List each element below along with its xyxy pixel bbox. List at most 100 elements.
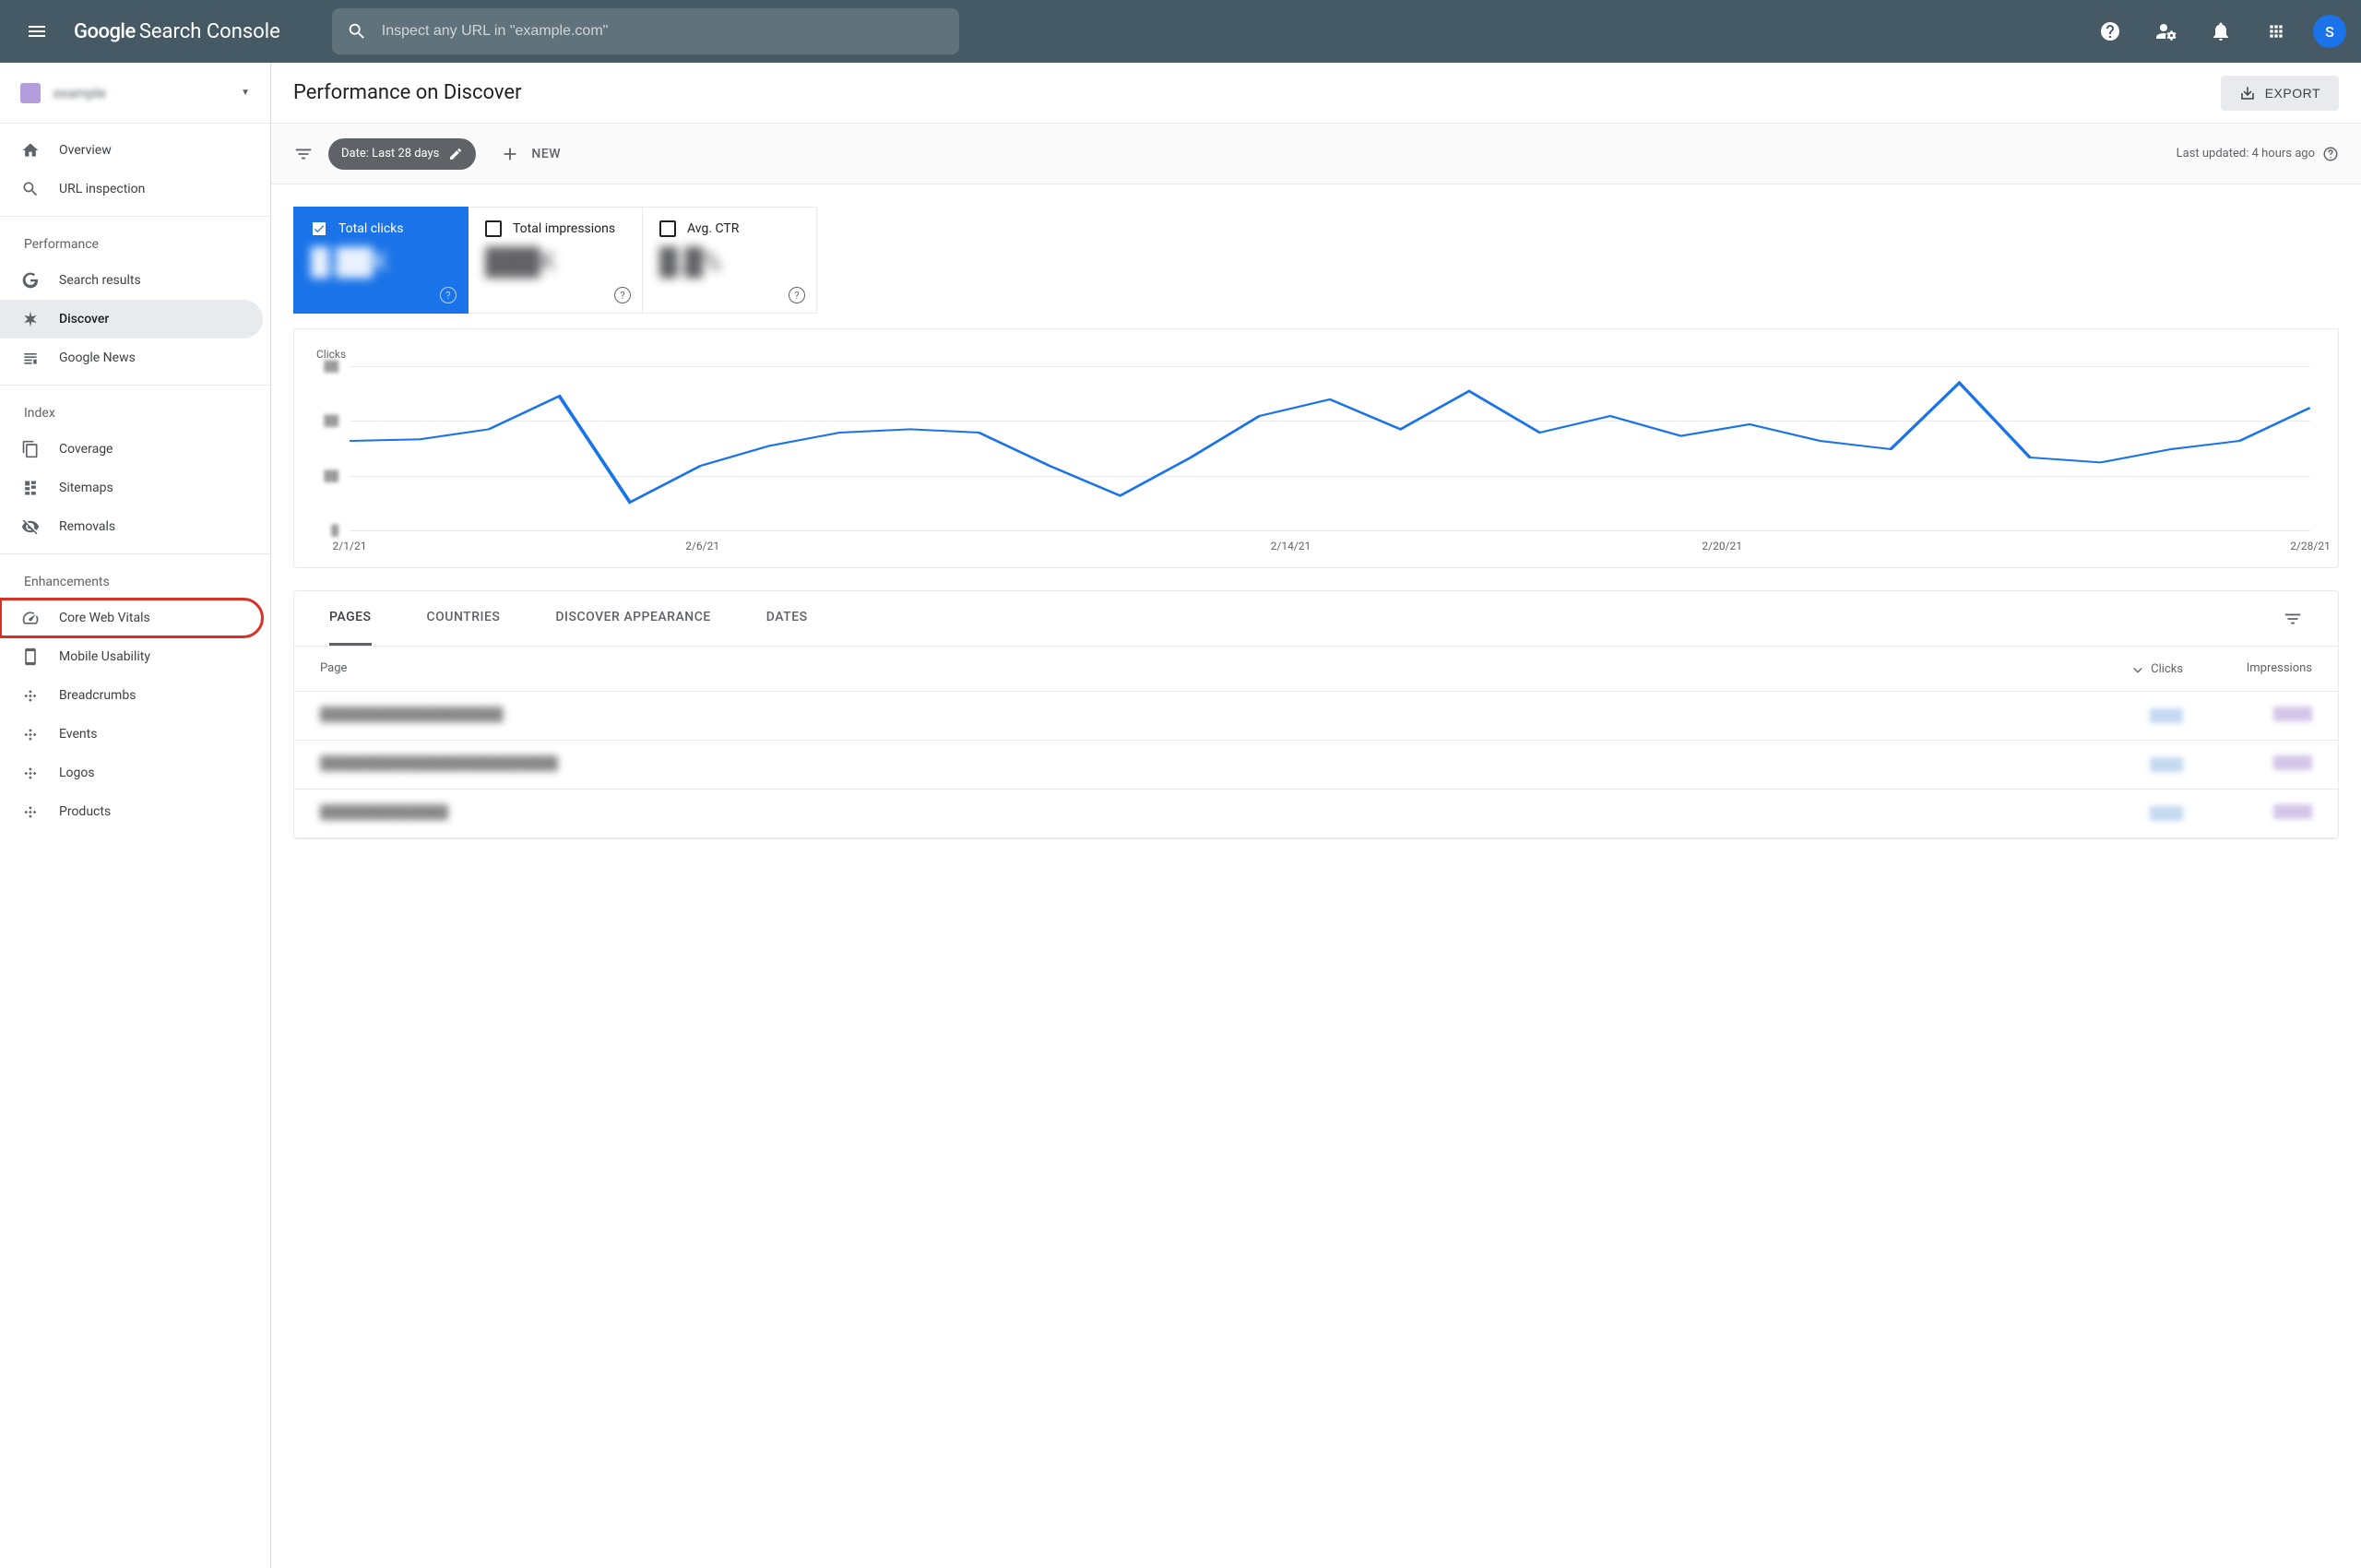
sidebar-item-events[interactable]: Events: [0, 715, 263, 754]
help-outline-icon[interactable]: ?: [614, 287, 631, 303]
sidebar-item-label: Sitemaps: [59, 481, 113, 495]
sidebar-item-breadcrumbs[interactable]: Breadcrumbs: [0, 676, 263, 715]
help-outline-icon[interactable]: ?: [440, 287, 457, 303]
sidebar-item-search-results[interactable]: Search results: [0, 261, 263, 300]
tab-countries[interactable]: COUNTRIES: [427, 591, 501, 646]
arrow-down-icon: [2130, 661, 2145, 676]
tab-discover-appearance[interactable]: DISCOVER APPEARANCE: [555, 591, 710, 646]
table-filter-button[interactable]: [2283, 609, 2303, 629]
users-button[interactable]: [2147, 13, 2184, 50]
main-content: Performance on Discover EXPORT Date: Las…: [271, 63, 2361, 1568]
table-row[interactable]: ██████████████: [294, 790, 2338, 838]
sidebar-item-label: Core Web Vitals: [59, 611, 150, 625]
product-logo: Google Search Console: [74, 20, 280, 43]
export-button[interactable]: EXPORT: [2221, 76, 2339, 111]
logo-google-text: Google: [74, 20, 136, 43]
sidebar-item-products[interactable]: Products: [0, 792, 263, 831]
chevron-down-icon: ▼: [241, 88, 250, 98]
url-search-input[interactable]: [382, 23, 944, 40]
cell-page: ████████████████████: [320, 707, 2063, 725]
url-search-box[interactable]: [332, 8, 959, 54]
sidebar-item-logos[interactable]: Logos: [0, 754, 263, 792]
sidebar-item-google-news[interactable]: Google News: [0, 339, 263, 377]
export-label: EXPORT: [2265, 86, 2320, 101]
sidebar-item-label: URL inspection: [59, 182, 145, 196]
metric-card-total-impressions[interactable]: Total impressions ███K?: [468, 207, 643, 314]
property-selector[interactable]: example ▼: [0, 63, 270, 124]
column-header-impressions[interactable]: Impressions: [2183, 661, 2312, 676]
page-title: Performance on Discover: [293, 81, 522, 104]
asterisk-icon: [20, 309, 41, 329]
sidebar-item-label: Search results: [59, 273, 141, 288]
filter-icon[interactable]: [293, 144, 314, 164]
mobile-icon: [20, 647, 41, 667]
apps-button[interactable]: [2258, 13, 2295, 50]
hamburger-icon: [26, 20, 48, 42]
cell-impressions: [2183, 804, 2312, 823]
diamond-icon: [20, 685, 41, 706]
property-name: example: [53, 85, 228, 101]
sidebar-item-overview[interactable]: Overview: [0, 131, 263, 170]
logo-product-text: Search Console: [139, 20, 280, 43]
add-filter-button[interactable]: NEW: [500, 144, 561, 164]
checkbox-icon: [485, 220, 502, 237]
edit-icon: [448, 147, 463, 161]
sidebar: example ▼ OverviewURL inspection Perform…: [0, 63, 271, 1568]
account-avatar[interactable]: S: [2313, 15, 2346, 48]
sidebar-item-label: Logos: [59, 766, 95, 780]
home-icon: [20, 140, 41, 160]
table-row[interactable]: ████████████████████: [294, 692, 2338, 741]
help-outline-icon[interactable]: ?: [789, 287, 805, 303]
cell-clicks: [2063, 804, 2183, 823]
column-header-page[interactable]: Page: [320, 661, 2063, 676]
help-outline-icon[interactable]: [2322, 146, 2339, 162]
filter-bar: Date: Last 28 days NEW Last updated: 4 h…: [271, 124, 2361, 184]
sidebar-item-discover[interactable]: Discover: [0, 300, 263, 339]
table-tabs: PAGES COUNTRIES DISCOVER APPEARANCE DATES: [294, 591, 2338, 647]
search-icon: [347, 21, 367, 42]
sidebar-item-label: Removals: [59, 519, 115, 534]
table-header-row: Page Clicks Impressions: [294, 647, 2338, 692]
sidebar-item-removals[interactable]: Removals: [0, 507, 263, 546]
metric-label: Total impressions: [513, 221, 615, 236]
filter-list-icon: [2283, 609, 2303, 629]
sidebar-item-coverage[interactable]: Coverage: [0, 430, 263, 469]
tab-pages[interactable]: PAGES: [329, 591, 372, 646]
apps-grid-icon: [2267, 22, 2285, 41]
diamond-icon: [20, 802, 41, 822]
data-table: PAGES COUNTRIES DISCOVER APPEARANCE DATES P…: [293, 590, 2339, 839]
cell-clicks: [2063, 707, 2183, 725]
line-chart: ██ ██ ██ █: [350, 366, 2310, 532]
metric-label: Total clicks: [338, 221, 404, 236]
chart-y-title: Clicks: [316, 348, 2329, 361]
news-icon: [20, 348, 41, 368]
diamond-icon: [20, 724, 41, 744]
metric-value: ███K: [485, 246, 625, 277]
x-axis-tick: 2/28/21: [2290, 540, 2331, 552]
metric-value: █.█%: [659, 246, 800, 277]
sidebar-item-mobile-usability[interactable]: Mobile Usability: [0, 637, 263, 676]
tab-dates[interactable]: DATES: [766, 591, 808, 646]
notifications-button[interactable]: [2202, 13, 2239, 50]
sidebar-item-core-web-vitals[interactable]: Core Web Vitals: [0, 599, 263, 637]
help-button[interactable]: [2092, 13, 2129, 50]
menu-button[interactable]: [15, 9, 59, 53]
metric-card-total-clicks[interactable]: Total clicks█.██K?: [293, 207, 469, 314]
sidebar-item-url-inspection[interactable]: URL inspection: [0, 170, 263, 208]
x-axis-tick: 2/1/21: [333, 540, 367, 552]
metric-label: Avg. CTR: [687, 221, 739, 236]
google-icon: [20, 270, 41, 291]
table-row[interactable]: ██████████████████████████: [294, 741, 2338, 790]
top-bar: Google Search Console S: [0, 0, 2361, 63]
metric-card-avg-ctr[interactable]: Avg. CTR █.█%?: [642, 207, 817, 314]
property-favicon: [20, 83, 41, 103]
checkbox-icon: [659, 220, 676, 237]
column-header-clicks[interactable]: Clicks: [2063, 661, 2183, 676]
date-filter-chip[interactable]: Date: Last 28 days: [328, 138, 476, 170]
sidebar-item-label: Google News: [59, 350, 136, 365]
section-header-index: Index: [0, 393, 270, 430]
sidebar-item-sitemaps[interactable]: Sitemaps: [0, 469, 263, 507]
plus-icon: [500, 144, 520, 164]
sidebar-item-label: Products: [59, 804, 111, 819]
diamond-icon: [20, 763, 41, 783]
